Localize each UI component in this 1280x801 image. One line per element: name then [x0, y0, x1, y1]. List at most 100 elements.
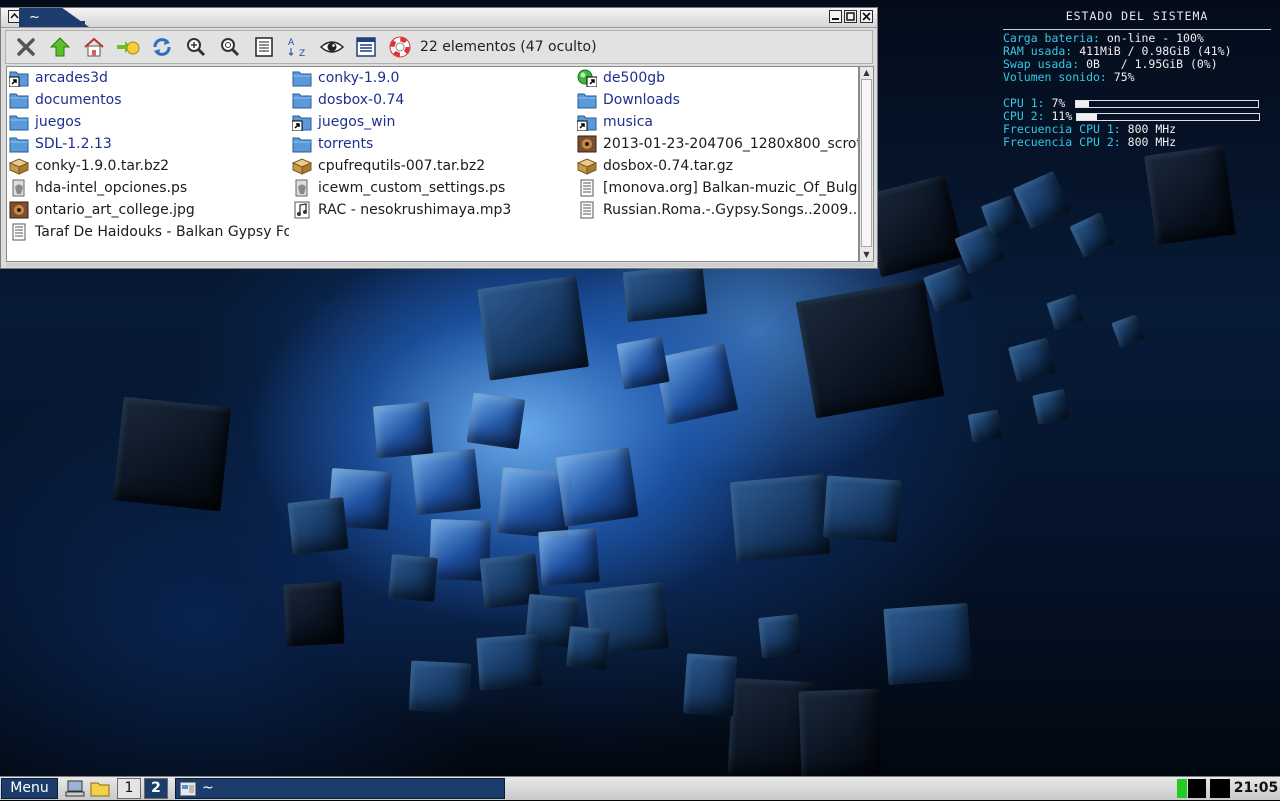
go-to-button[interactable] [115, 34, 141, 60]
scroll-up-arrow[interactable]: ▲ [862, 68, 871, 77]
audio-file-icon [292, 201, 312, 219]
battery-value: on-line - 100% [1106, 31, 1204, 45]
home-button[interactable] [81, 34, 107, 60]
scrollbar-thumb[interactable] [861, 79, 872, 247]
help-icon [389, 36, 411, 58]
file-name: juegos [35, 114, 82, 130]
swap-value: 0B / 1.95GiB (0%) [1086, 57, 1218, 71]
folder-icon [292, 69, 312, 87]
vertical-scrollbar[interactable]: ▲ ▼ [859, 66, 874, 262]
help-button[interactable] [387, 34, 413, 60]
go-up-button[interactable] [47, 34, 73, 60]
workspace-1-button[interactable]: 1 [117, 778, 141, 799]
volume-label: Volumen sonido: [1003, 70, 1107, 84]
svg-text:A: A [288, 38, 295, 48]
close-window-button[interactable] [860, 10, 873, 23]
item-count-label: 22 elementos (47 oculto) [420, 39, 597, 55]
image-file-icon [9, 201, 29, 219]
freq1-label: Frecuencia CPU 1: [1003, 122, 1121, 136]
file-name: Russian.Roma.-.Gypsy.Songs..2009..F [603, 202, 859, 218]
refresh-button[interactable] [149, 34, 175, 60]
file-item[interactable]: documentos [9, 89, 289, 111]
titlebar-decoration [53, 10, 85, 25]
file-name: de500gb [603, 70, 665, 86]
file-name: ontario_art_college.jpg [35, 202, 195, 218]
file-manager-launcher[interactable] [90, 780, 110, 797]
folder-link-icon [292, 113, 312, 132]
folder-icon [577, 91, 597, 109]
file-name: juegos_win [318, 114, 396, 130]
file-name: dosbox-0.74 [318, 92, 405, 108]
text-file-icon [9, 223, 29, 241]
close-icon [17, 38, 35, 56]
file-item[interactable]: arcades3d [9, 67, 289, 89]
workspace-2-button[interactable]: 2 [144, 778, 168, 799]
file-item[interactable]: dosbox-0.74.tar.gz [577, 155, 858, 177]
ram-value: 411MiB / 0.98GiB (41%) [1079, 44, 1232, 58]
home-icon [84, 37, 104, 57]
task-item-file-manager[interactable]: ~ [175, 778, 505, 799]
file-name: Downloads [603, 92, 680, 108]
maximize-button[interactable] [844, 10, 857, 23]
list-view-button[interactable] [251, 34, 277, 60]
status-strip [6, 263, 874, 267]
file-item[interactable]: Russian.Roma.-.Gypsy.Songs..2009..F [577, 199, 859, 221]
file-item[interactable]: RAC - nesokrushimaya.mp3 [292, 199, 572, 221]
show-desktop-button[interactable] [65, 780, 85, 797]
memory-meter [1210, 779, 1230, 798]
file-item[interactable]: hda-intel_opciones.ps [9, 177, 289, 199]
sort-button[interactable]: AZ [285, 34, 311, 60]
file-item[interactable]: juegos [9, 111, 289, 133]
minimize-button[interactable] [829, 10, 842, 23]
file-item[interactable]: 2013-01-23-204706_1280x800_scrot [577, 133, 858, 155]
folder-icon [9, 113, 29, 131]
freq1-value: 800 MHz [1127, 122, 1177, 136]
image-file-icon [577, 135, 597, 153]
file-name: conky-1.9.0 [318, 70, 400, 86]
file-item[interactable]: torrents [292, 133, 572, 155]
file-item[interactable]: Downloads [577, 89, 858, 111]
cpu2-bar [1076, 112, 1261, 121]
window-icon [180, 782, 196, 796]
close-tool-button[interactable] [13, 34, 39, 60]
file-item[interactable]: ontario_art_college.jpg [9, 199, 289, 221]
file-item[interactable]: conky-1.9.0 [292, 67, 572, 89]
file-item[interactable]: juegos_win [292, 111, 572, 133]
zoom-out-button[interactable] [217, 34, 243, 60]
folder-icon [9, 91, 29, 109]
conky-freq2-row: Frecuencia CPU 2: 800 MHz [1003, 136, 1271, 149]
file-item[interactable]: Taraf De Haidouks - Balkan Gypsy Foll [9, 221, 289, 243]
file-name: Taraf De Haidouks - Balkan Gypsy Foll [35, 224, 289, 240]
ram-label: RAM usada: [1003, 44, 1073, 58]
folder-icon [9, 135, 29, 153]
details-view-button[interactable] [353, 34, 379, 60]
file-item[interactable]: SDL-1.2.13 [9, 133, 289, 155]
window-titlebar[interactable]: ~ [1, 8, 877, 28]
file-name: hda-intel_opciones.ps [35, 180, 188, 196]
file-name: SDL-1.2.13 [35, 136, 112, 152]
show-hidden-button[interactable] [319, 34, 345, 60]
folder-icon [90, 782, 110, 797]
details-view-icon [356, 37, 376, 57]
network-meter [1188, 779, 1206, 798]
archive-icon [577, 157, 598, 175]
start-menu-button[interactable]: Menu [1, 778, 58, 799]
file-item[interactable]: dosbox-0.74 [292, 89, 572, 111]
file-item[interactable]: cpufrequtils-007.tar.bz2 [292, 155, 572, 177]
file-item[interactable]: musica [577, 111, 858, 133]
file-item[interactable]: de500gb [577, 67, 858, 89]
file-item[interactable]: [monova.org] Balkan-muzic_Of_Bulgar [577, 177, 858, 199]
maximize-icon [846, 12, 855, 21]
cpu2-label: CPU 2: [1003, 109, 1045, 123]
clock[interactable]: 21:05 [1232, 777, 1280, 800]
file-name: dosbox-0.74.tar.gz [603, 158, 733, 174]
list-view-icon [255, 37, 273, 57]
zoom-in-button[interactable] [183, 34, 209, 60]
file-item[interactable]: conky-1.9.0.tar.bz2 [9, 155, 289, 177]
scroll-down-arrow[interactable]: ▼ [862, 250, 871, 259]
text-file-icon [577, 201, 597, 219]
swap-label: Swap usada: [1003, 57, 1080, 71]
file-name: cpufrequtils-007.tar.bz2 [318, 158, 486, 174]
file-item[interactable]: icewm_custom_settings.ps [292, 177, 572, 199]
file-list-pane[interactable]: arcades3d documentos juegos SDL-1.2.13 conky… [6, 66, 859, 262]
